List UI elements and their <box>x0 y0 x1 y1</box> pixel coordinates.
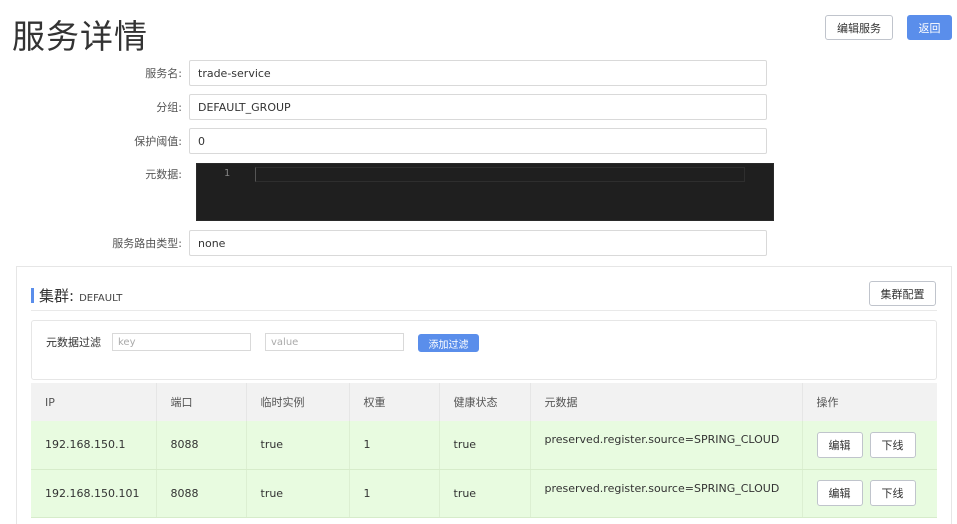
page-title: 服务详情 <box>12 17 148 56</box>
column-header-ip: IP <box>31 383 157 421</box>
service-name-label: 服务名: <box>145 67 182 80</box>
instance-ip: 192.168.150.101 <box>31 469 157 518</box>
instance-actions: 编辑 下线 <box>802 421 937 470</box>
cluster-panel: 集群: DEFAULT 集群配置 元数据过滤 key value 添加过滤 IP… <box>16 266 952 524</box>
cluster-title: 集群: <box>39 287 75 305</box>
filter-key-input[interactable]: key <box>112 333 251 351</box>
instance-metadata: preserved.register.source=SPRING_CLOUD <box>530 421 803 470</box>
instance-healthy: true <box>439 421 531 470</box>
service-name-field[interactable]: trade-service <box>189 60 767 86</box>
table-row: 192.168.150.101 8088 true 1 true preserv… <box>31 469 937 518</box>
metadata-filter-label: 元数据过滤 <box>46 336 101 349</box>
form-row-selector-type: 服务路由类型: none <box>0 230 767 256</box>
cluster-name: DEFAULT <box>79 293 123 304</box>
instance-ephemeral: true <box>246 469 350 518</box>
column-header-weight: 权重 <box>349 383 440 421</box>
instance-weight: 1 <box>349 469 440 518</box>
column-header-port: 端口 <box>156 383 247 421</box>
column-header-actions: 操作 <box>802 383 937 421</box>
metadata-code-editor[interactable]: 1 <box>196 163 774 221</box>
selector-type-label: 服务路由类型: <box>112 237 182 250</box>
instance-ephemeral: true <box>246 421 350 470</box>
instance-ip: 192.168.150.1 <box>31 421 157 470</box>
cluster-divider <box>31 310 937 311</box>
protect-threshold-field[interactable]: 0 <box>189 128 767 154</box>
edit-instance-button[interactable]: 编辑 <box>816 431 863 458</box>
column-header-ephemeral: 临时实例 <box>246 383 350 421</box>
form-row-group: 分组: DEFAULT_GROUP <box>0 94 767 120</box>
cluster-header: 集群: DEFAULT <box>31 285 122 306</box>
instance-port: 8088 <box>156 469 247 518</box>
instance-healthy: true <box>439 469 531 518</box>
edit-service-button[interactable]: 编辑服务 <box>825 15 893 40</box>
column-header-healthy: 健康状态 <box>439 383 531 421</box>
filter-value-input[interactable]: value <box>265 333 404 351</box>
form-row-protect-threshold: 保护阈值: 0 <box>0 128 767 154</box>
offline-instance-button[interactable]: 下线 <box>869 480 916 506</box>
protect-threshold-label: 保护阈值: <box>134 135 182 148</box>
editor-line-number: 1 <box>224 168 231 179</box>
instance-metadata: preserved.register.source=SPRING_CLOUD <box>530 469 803 518</box>
selector-type-field[interactable]: none <box>189 230 767 256</box>
metadata-label: 元数据: <box>145 168 182 181</box>
column-header-metadata: 元数据 <box>530 383 803 421</box>
table-header-row: IP 端口 临时实例 权重 健康状态 元数据 操作 <box>31 383 937 421</box>
instance-actions: 编辑 下线 <box>802 469 937 518</box>
cluster-accent-bar <box>31 288 34 303</box>
edit-instance-button[interactable]: 编辑 <box>816 480 863 506</box>
add-filter-button[interactable]: 添加过滤 <box>418 334 479 352</box>
form-row-service-name: 服务名: trade-service <box>0 60 767 86</box>
group-field[interactable]: DEFAULT_GROUP <box>189 94 767 120</box>
table-row: 192.168.150.1 8088 true 1 true preserved… <box>31 421 937 470</box>
back-button[interactable]: 返回 <box>907 15 952 40</box>
instance-port: 8088 <box>156 421 247 470</box>
metadata-filter-box: 元数据过滤 key value 添加过滤 <box>31 320 937 380</box>
editor-gutter: 1 <box>197 164 255 220</box>
header-actions: 编辑服务 返回 <box>825 15 952 40</box>
cluster-config-button[interactable]: 集群配置 <box>869 281 936 306</box>
instance-table: IP 端口 临时实例 权重 健康状态 元数据 操作 192.168.150.1 … <box>31 383 937 518</box>
editor-current-line[interactable] <box>255 167 745 182</box>
instance-weight: 1 <box>349 421 440 470</box>
group-label: 分组: <box>156 101 182 114</box>
offline-instance-button[interactable]: 下线 <box>869 431 916 458</box>
form-row-metadata: 元数据: <box>0 166 189 182</box>
